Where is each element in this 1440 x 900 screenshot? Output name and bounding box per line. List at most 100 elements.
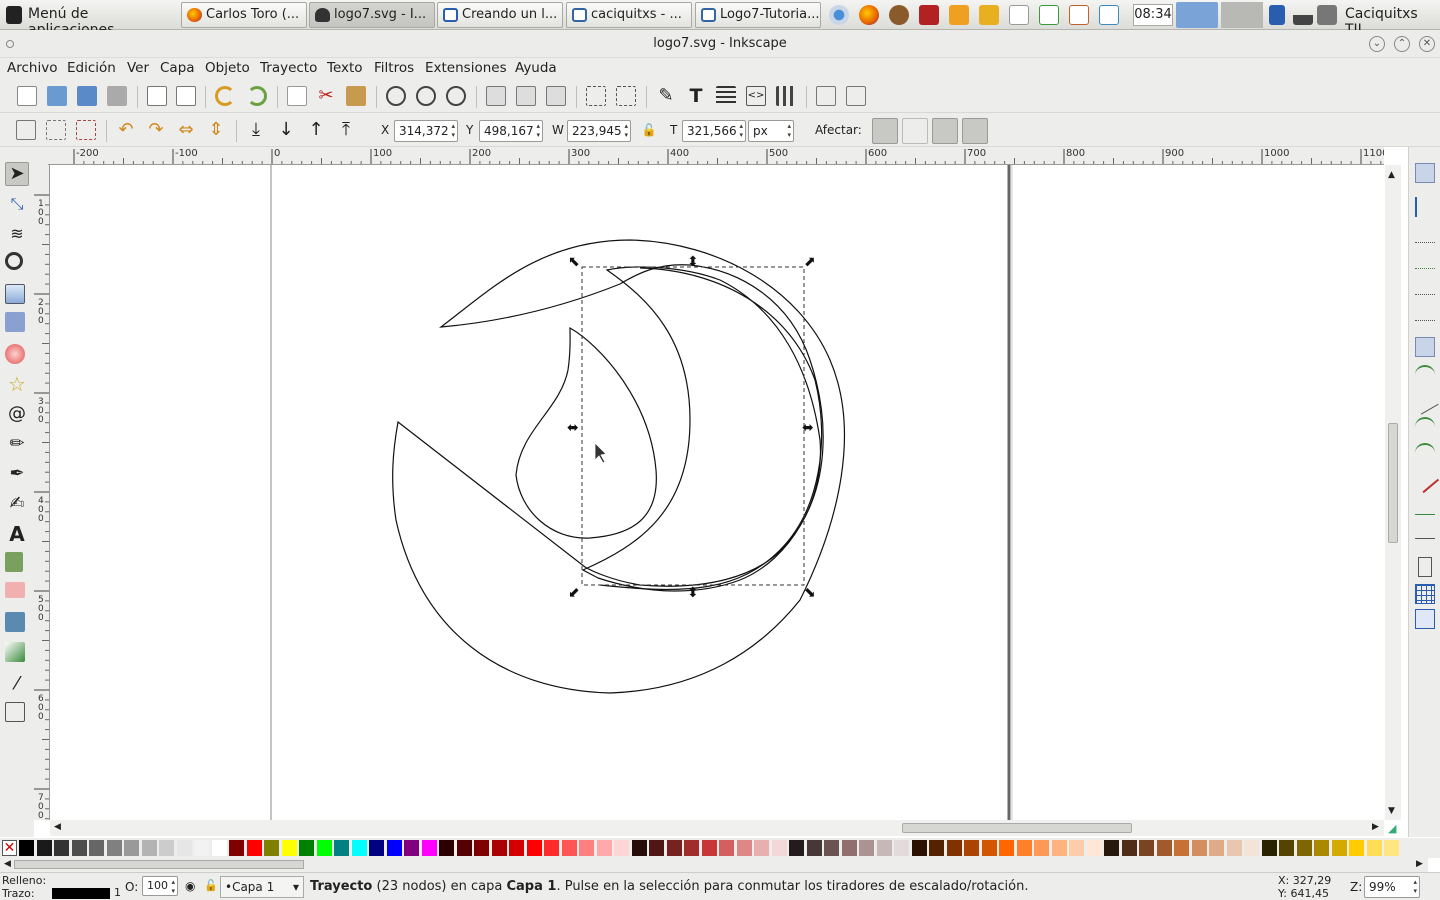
maximize-icon[interactable]: ⌃	[1394, 36, 1410, 52]
palette-swatch[interactable]	[666, 840, 682, 856]
pen-tool-icon[interactable]: ✒	[5, 462, 29, 486]
palette-swatch[interactable]	[946, 840, 962, 856]
palette-swatch[interactable]	[1051, 840, 1067, 856]
snap-path-icon[interactable]	[1415, 365, 1435, 385]
palette-swatch[interactable]	[194, 840, 209, 856]
game-icon[interactable]	[889, 5, 909, 25]
palette-swatch[interactable]	[701, 840, 717, 856]
export-icon[interactable]	[176, 86, 196, 106]
palette-swatch[interactable]	[211, 840, 227, 856]
active-app-indicator-icon[interactable]	[1176, 2, 1218, 28]
clock[interactable]: 08:34	[1133, 4, 1173, 26]
no-paint-swatch[interactable]: ✕	[2, 840, 17, 856]
undo-icon[interactable]	[215, 86, 235, 106]
palette-swatch[interactable]	[596, 840, 612, 856]
snap-bbox-corner-icon[interactable]	[1415, 249, 1435, 269]
palette-swatch[interactable]	[1191, 840, 1207, 856]
palette-swatch[interactable]	[1121, 840, 1137, 856]
app-menu-button[interactable]: Menú de aplicaciones	[0, 0, 178, 38]
zoom-tool-icon[interactable]	[5, 252, 23, 270]
palette-swatch[interactable]	[1366, 840, 1382, 856]
snap-grid-icon[interactable]	[1415, 584, 1435, 604]
ellipse-tool-icon[interactable]	[5, 344, 25, 364]
minimize-icon[interactable]: ⌄	[1369, 36, 1385, 52]
palette-swatch[interactable]	[649, 840, 664, 856]
transform-gradient-icon[interactable]	[932, 118, 958, 144]
palette-swatch[interactable]	[981, 840, 997, 856]
palette-swatch[interactable]	[36, 840, 52, 856]
task-button-folder-2[interactable]: Logo7-Tutoria...	[695, 2, 821, 28]
volume-icon[interactable]	[1317, 5, 1337, 25]
palette-scroll-left-icon[interactable]: ◀	[4, 859, 11, 869]
spiral-tool-icon[interactable]: @	[5, 402, 29, 426]
pencil-app-icon[interactable]	[979, 5, 999, 25]
scroll-left-arrow-icon[interactable]: ◀	[54, 822, 61, 832]
palette-swatch[interactable]	[544, 840, 559, 856]
eraser-tool-icon[interactable]	[5, 582, 25, 598]
calligraphy-tool-icon[interactable]: ✍	[5, 492, 29, 516]
save-icon[interactable]	[77, 86, 97, 106]
snap-guide-icon[interactable]	[1415, 609, 1435, 629]
draw-icon[interactable]	[1099, 5, 1119, 25]
spreadsheet-icon[interactable]	[1039, 5, 1059, 25]
blank-doc-icon[interactable]	[1009, 5, 1029, 25]
palette-swatch[interactable]	[806, 840, 822, 856]
palette-swatch[interactable]	[1279, 840, 1294, 856]
scroll-down-arrow-icon[interactable]: ▼	[1388, 806, 1395, 816]
menu-trayecto[interactable]: Trayecto	[260, 60, 317, 76]
layer-select[interactable]: •Capa 1 ▾	[220, 876, 304, 898]
palette-swatch[interactable]	[1261, 840, 1277, 856]
bluetooth-icon[interactable]	[1269, 5, 1285, 25]
palette-scroll-right-icon[interactable]: ▶	[1416, 859, 1423, 869]
open-icon[interactable]	[47, 86, 67, 106]
palette-swatch[interactable]	[1086, 840, 1102, 856]
unit-select[interactable]: px	[748, 120, 794, 142]
palette-swatch[interactable]	[561, 840, 577, 856]
menu-texto[interactable]: Texto	[327, 60, 363, 76]
horizontal-scrollbar[interactable]: ◀ ▶	[50, 820, 1384, 836]
chromium-icon[interactable]	[829, 5, 849, 25]
connector-tool-icon[interactable]	[5, 702, 25, 722]
palette-swatch[interactable]	[71, 840, 87, 856]
vertical-scrollbar[interactable]: ▲ ▼	[1385, 165, 1401, 820]
pencil-tool-icon[interactable]: ✏	[5, 432, 29, 456]
palette-swatch[interactable]	[1139, 840, 1154, 856]
h-field[interactable]: 321,566	[682, 120, 746, 142]
snap-bbox-center-icon[interactable]	[1415, 301, 1435, 321]
palette-swatch[interactable]	[1174, 840, 1189, 856]
palette-swatch[interactable]	[929, 840, 944, 856]
scale-corners-icon[interactable]	[902, 118, 928, 144]
palette-swatch[interactable]	[736, 840, 752, 856]
network-signal-icon[interactable]	[1293, 5, 1313, 25]
task-button-firefox[interactable]: Carlos Toro (...	[181, 2, 307, 28]
menu-extensiones[interactable]: Extensiones	[425, 60, 507, 76]
rotate-cw-icon[interactable]: ↷	[146, 120, 166, 140]
snap-cusp-icon[interactable]	[1415, 417, 1435, 437]
palette-swatch[interactable]	[386, 840, 402, 856]
scroll-right-arrow-icon[interactable]: ▶	[1372, 822, 1379, 832]
snap-bbox-mid-icon[interactable]	[1415, 275, 1435, 295]
3d-box-tool-icon[interactable]	[5, 312, 25, 332]
menu-archivo[interactable]: Archivo	[7, 60, 57, 76]
presentation-icon[interactable]	[919, 5, 939, 25]
palette-swatch[interactable]	[824, 840, 839, 856]
palette-swatch[interactable]	[124, 840, 139, 856]
palette-swatch[interactable]	[474, 840, 489, 856]
shield-app-icon[interactable]	[949, 5, 969, 25]
task-button-inkscape[interactable]: logo7.svg - I...	[309, 2, 435, 28]
lower-to-bottom-icon[interactable]: ⤓	[246, 120, 266, 140]
palette-swatch[interactable]	[911, 840, 927, 856]
doc-properties-icon[interactable]	[816, 86, 836, 106]
layers-icon[interactable]	[716, 86, 736, 106]
import-icon[interactable]	[147, 86, 167, 106]
palette-swatch[interactable]	[1209, 840, 1224, 856]
flip-horizontal-icon[interactable]: ⇔	[176, 120, 196, 140]
palette-swatch[interactable]	[1384, 840, 1399, 856]
x-field[interactable]: 314,372	[394, 120, 458, 142]
preferences-icon[interactable]	[846, 86, 866, 106]
cut-icon[interactable]: ✂	[316, 86, 336, 106]
stroke-indicator[interactable]	[52, 888, 110, 899]
select-all-layers-icon[interactable]	[46, 120, 66, 140]
text-tool-icon[interactable]: A	[5, 522, 29, 546]
drawing-canvas[interactable]: ⬉ ⬍ ⬈ ⬌ ⬌ ⬋ ⬍ ⬊	[50, 165, 1384, 820]
